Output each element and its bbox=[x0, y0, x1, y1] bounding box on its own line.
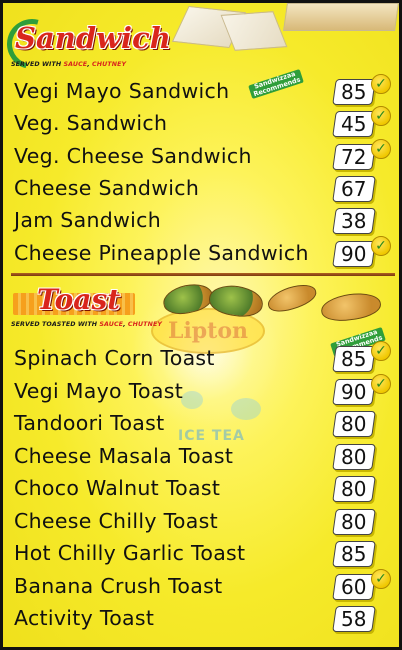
recommended-check-icon: ✓ bbox=[371, 374, 391, 394]
menu-item-price: 85 bbox=[332, 541, 376, 567]
menu-item-name: Veg. Cheese Sandwich bbox=[14, 144, 252, 168]
menu-item-name: Cheese Chilly Toast bbox=[14, 509, 218, 533]
toast-image bbox=[264, 279, 320, 317]
watermark-lemon bbox=[181, 391, 203, 409]
recommend-badge: Sandwizzaa Recommends bbox=[248, 68, 304, 100]
menu-item-name: Choco Walnut Toast bbox=[14, 476, 221, 500]
section-divider bbox=[11, 273, 395, 276]
menu-item-price: 85 bbox=[332, 346, 376, 372]
recommended-check-icon: ✓ bbox=[371, 139, 391, 159]
menu-item-price: 85 bbox=[332, 79, 376, 105]
recommended-check-icon: ✓ bbox=[371, 236, 391, 256]
sandwich-subtitle: SERVED WITH SAUCE, CHUTNEY bbox=[11, 61, 127, 68]
watermark-caption: ICE TEA bbox=[178, 428, 245, 444]
menu-item-price: 38 bbox=[332, 208, 376, 234]
recommended-check-icon: ✓ bbox=[371, 74, 391, 94]
recommended-check-icon: ✓ bbox=[371, 569, 391, 589]
menu-item-price: 80 bbox=[332, 476, 376, 502]
menu-item-price: 80 bbox=[332, 509, 376, 535]
toast-image bbox=[319, 289, 383, 325]
menu-item-name: Cheese Sandwich bbox=[14, 176, 200, 200]
menu-item-price: 80 bbox=[332, 444, 376, 470]
menu-item-price: 58 bbox=[332, 606, 376, 632]
menu-item-price: 90 bbox=[332, 379, 376, 405]
menu-item-price: 67 bbox=[332, 176, 376, 202]
menu-item-price: 72 bbox=[332, 144, 376, 170]
menu-item-name: Cheese Masala Toast bbox=[14, 444, 234, 468]
menu-item-name: Banana Crush Toast bbox=[14, 574, 223, 598]
menu-item-price: 90 bbox=[332, 241, 376, 267]
sandwich-image bbox=[283, 3, 399, 31]
menu-item-name: Activity Toast bbox=[14, 606, 155, 630]
menu-item-name: Cheese Pineapple Sandwich bbox=[14, 241, 309, 265]
menu-item-price: 60 bbox=[332, 574, 376, 600]
menu-item-name: Vegi Mayo Toast bbox=[14, 379, 184, 403]
recommended-check-icon: ✓ bbox=[371, 106, 391, 126]
watermark-lemon bbox=[231, 398, 261, 420]
toast-section-title: Toast bbox=[37, 283, 121, 316]
recommended-check-icon: ✓ bbox=[371, 341, 391, 361]
toast-subtitle: SERVED TOASTED WITH SAUCE, CHUTNEY bbox=[11, 321, 163, 328]
menu-item-name: Jam Sandwich bbox=[14, 208, 161, 232]
menu-item-price: 80 bbox=[332, 411, 376, 437]
menu-item-name: Veg. Sandwich bbox=[14, 111, 168, 135]
menu-card: Lipton ICE TEA Sandwich SERVED WITH SAUC… bbox=[0, 0, 402, 650]
menu-item-name: Spinach Corn Toast bbox=[14, 346, 215, 370]
sandwich-section-title: Sandwich bbox=[15, 21, 171, 55]
menu-item-name: Tandoori Toast bbox=[14, 411, 165, 435]
menu-item-name: Hot Chilly Garlic Toast bbox=[14, 541, 246, 565]
menu-item-price: 45 bbox=[332, 111, 376, 137]
menu-item-name: Vegi Mayo Sandwich bbox=[14, 79, 230, 103]
